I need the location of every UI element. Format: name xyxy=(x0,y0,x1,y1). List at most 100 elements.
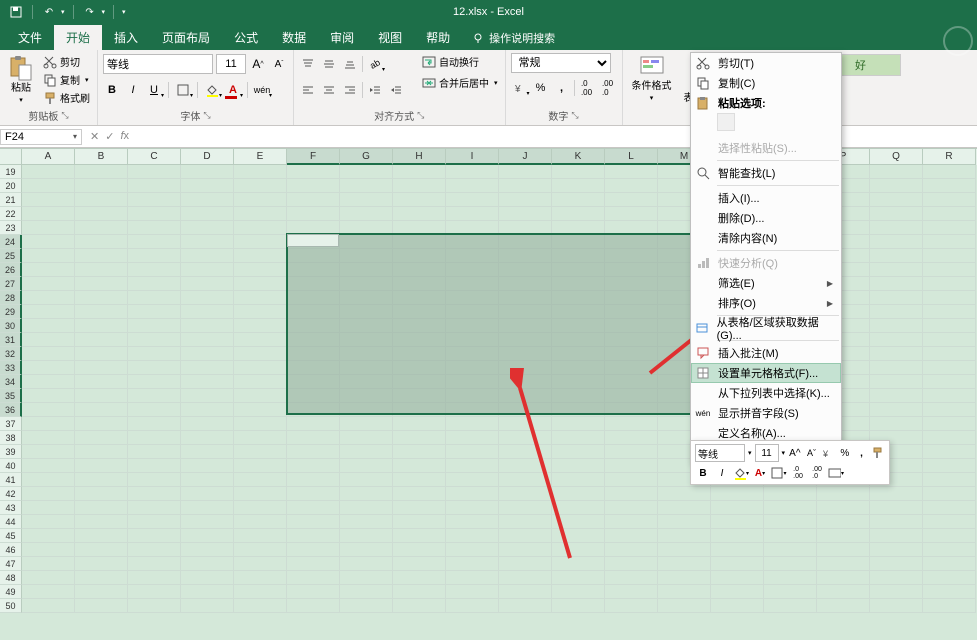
cell[interactable] xyxy=(75,403,128,417)
cell[interactable] xyxy=(22,543,75,557)
row-header[interactable]: 46 xyxy=(0,543,22,557)
cell[interactable] xyxy=(234,333,287,347)
cell[interactable] xyxy=(658,529,711,543)
cell[interactable] xyxy=(446,193,499,207)
percent-button[interactable]: % xyxy=(532,79,550,97)
cell[interactable] xyxy=(75,473,128,487)
cell[interactable] xyxy=(340,487,393,501)
mini-bold[interactable]: B xyxy=(695,465,711,481)
cell[interactable] xyxy=(75,487,128,501)
cell[interactable] xyxy=(22,179,75,193)
cell[interactable] xyxy=(605,375,658,389)
cell[interactable] xyxy=(870,221,923,235)
cell[interactable] xyxy=(393,305,446,319)
cell[interactable] xyxy=(393,403,446,417)
cell[interactable] xyxy=(234,501,287,515)
cell[interactable] xyxy=(446,347,499,361)
cell[interactable] xyxy=(75,417,128,431)
row-header[interactable]: 25 xyxy=(0,249,22,263)
cell[interactable] xyxy=(234,445,287,459)
cell[interactable] xyxy=(181,543,234,557)
cell[interactable] xyxy=(499,599,552,613)
cell[interactable] xyxy=(870,305,923,319)
cm-copy[interactable]: 复制(C) xyxy=(691,73,841,93)
cell[interactable] xyxy=(393,571,446,585)
cell[interactable] xyxy=(340,319,393,333)
font-launcher[interactable]: ⤡ xyxy=(203,110,210,121)
tab-formulas[interactable]: 公式 xyxy=(222,25,270,50)
cell[interactable] xyxy=(393,389,446,403)
cell[interactable] xyxy=(75,347,128,361)
cell[interactable] xyxy=(870,529,923,543)
cm-insert[interactable]: 插入(I)... xyxy=(691,188,841,208)
cell[interactable] xyxy=(22,291,75,305)
cell[interactable] xyxy=(446,263,499,277)
cell[interactable] xyxy=(552,165,605,179)
cell[interactable] xyxy=(605,361,658,375)
cell[interactable] xyxy=(605,179,658,193)
cell[interactable] xyxy=(75,249,128,263)
cell[interactable] xyxy=(340,179,393,193)
cell[interactable] xyxy=(658,571,711,585)
cell[interactable] xyxy=(340,543,393,557)
cell[interactable] xyxy=(340,277,393,291)
save-button[interactable] xyxy=(8,4,24,20)
cell[interactable] xyxy=(75,361,128,375)
cell[interactable] xyxy=(234,529,287,543)
cell[interactable] xyxy=(658,501,711,515)
cell[interactable] xyxy=(393,417,446,431)
cell[interactable] xyxy=(128,501,181,515)
cell[interactable] xyxy=(552,179,605,193)
cell[interactable] xyxy=(22,361,75,375)
font-color-button[interactable]: A▾ xyxy=(224,81,242,99)
cell[interactable] xyxy=(711,487,764,501)
cell[interactable] xyxy=(764,515,817,529)
cell[interactable] xyxy=(287,319,340,333)
align-top-button[interactable] xyxy=(299,55,317,73)
tab-file[interactable]: 文件 xyxy=(6,25,54,50)
cell[interactable] xyxy=(605,165,658,179)
cell[interactable] xyxy=(605,221,658,235)
cell[interactable] xyxy=(287,179,340,193)
cell[interactable] xyxy=(711,543,764,557)
row-header[interactable]: 38 xyxy=(0,431,22,445)
cell[interactable] xyxy=(446,501,499,515)
cell[interactable] xyxy=(22,445,75,459)
cell[interactable] xyxy=(128,193,181,207)
cell[interactable] xyxy=(393,319,446,333)
row-header[interactable]: 34 xyxy=(0,375,22,389)
cell[interactable] xyxy=(552,193,605,207)
cell[interactable] xyxy=(340,249,393,263)
cell[interactable] xyxy=(446,333,499,347)
cell[interactable] xyxy=(75,445,128,459)
mini-increase-font[interactable]: A^ xyxy=(788,445,802,461)
cell[interactable] xyxy=(234,221,287,235)
row-header[interactable]: 50 xyxy=(0,599,22,613)
cell[interactable] xyxy=(605,347,658,361)
cell[interactable] xyxy=(234,193,287,207)
cell[interactable] xyxy=(446,515,499,529)
cell[interactable] xyxy=(446,375,499,389)
cell[interactable] xyxy=(181,179,234,193)
cell[interactable] xyxy=(340,585,393,599)
cell[interactable] xyxy=(552,529,605,543)
cell[interactable] xyxy=(711,571,764,585)
cell[interactable] xyxy=(393,235,446,249)
font-size-select[interactable] xyxy=(216,54,246,74)
cell[interactable] xyxy=(923,263,976,277)
cell[interactable] xyxy=(605,473,658,487)
cell[interactable] xyxy=(446,249,499,263)
mini-accounting[interactable]: ¥ xyxy=(821,445,835,461)
cell[interactable] xyxy=(234,207,287,221)
cell[interactable] xyxy=(22,431,75,445)
cell[interactable] xyxy=(234,473,287,487)
mini-dec-decimal[interactable]: .00.0 xyxy=(809,465,825,481)
cell[interactable] xyxy=(22,599,75,613)
cell[interactable] xyxy=(499,263,552,277)
cell[interactable] xyxy=(75,585,128,599)
cell[interactable] xyxy=(552,235,605,249)
cell[interactable] xyxy=(340,361,393,375)
cell[interactable] xyxy=(287,445,340,459)
cell[interactable] xyxy=(234,165,287,179)
cell[interactable] xyxy=(446,277,499,291)
